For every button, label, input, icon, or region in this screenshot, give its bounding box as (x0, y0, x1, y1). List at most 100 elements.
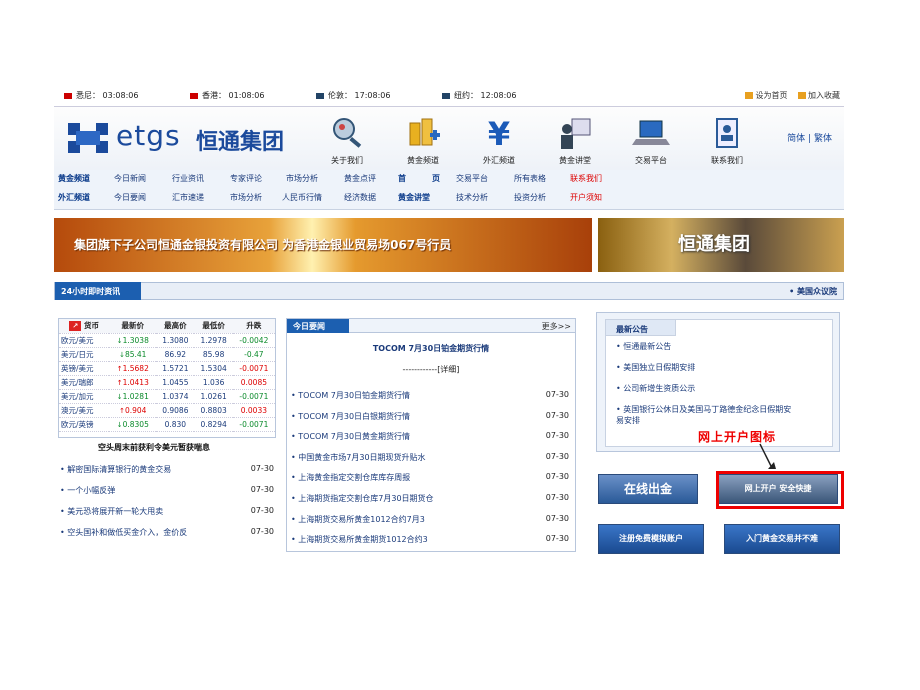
notice-item[interactable]: • 恒通最新公告 (616, 342, 830, 363)
list-item[interactable]: • 美元恐将展开新一轮大甩卖 07-30 (58, 502, 276, 523)
site-header: etgs 恒通集团 关于我们 黄金频道 ¥ 外汇频道 黄金讲堂 交易平台 联系我… (54, 106, 844, 170)
menu-item[interactable]: 投资分析 (514, 192, 546, 203)
nav-contact[interactable]: 联系我们 (692, 115, 762, 166)
ticker-headline[interactable]: • 美国众议院 (789, 286, 837, 297)
nav-forex[interactable]: ¥ 外汇频道 (464, 115, 534, 166)
weekly-headline[interactable]: 空头周末前获利令美元暂获喘息 (98, 442, 210, 453)
menu-item[interactable]: 市场分析 (286, 173, 318, 184)
brand-banner[interactable]: 恒通集团 (598, 218, 844, 272)
list-item[interactable]: • 上海期货交易所黄金1012合约7月3 07-30 (287, 511, 575, 532)
today-news-tab[interactable]: 今日要闻 (287, 319, 349, 333)
language-switch: 简体 | 繁体 (787, 134, 832, 144)
menu-item[interactable]: 交易平台 (456, 173, 488, 184)
list-item[interactable]: • TOCOM 7月30日白银期货行情 07-30 (287, 408, 575, 429)
menu-item[interactable]: 黄金点评 (344, 173, 376, 184)
chart-icon: ↗ (69, 321, 82, 332)
notice-item[interactable]: • 美国独立日假期安排 (616, 363, 830, 384)
rate-value: 86.92 (156, 347, 195, 362)
highlight-box (716, 471, 844, 509)
menu-item[interactable]: 开户须知 (570, 192, 602, 203)
rate-value: ↓0.8305 (109, 417, 157, 432)
flag-icon (316, 92, 324, 99)
online-withdraw-button[interactable]: 在线出金 (598, 474, 698, 504)
more-link[interactable]: 更多>> (542, 321, 571, 332)
currency-pair: 美元/瑞郎 (59, 375, 110, 390)
menu-gold-head[interactable]: 黄金频道 (58, 173, 90, 184)
rate-row[interactable]: 美元/加元 ↓1.0281 1.0374 1.0261 -0.0071 (59, 389, 275, 404)
rate-value: 1.5304 (194, 361, 233, 376)
promo-banner[interactable]: 集团旗下子公司恒通金银投资有限公司 为香港金银业贸易场067号行员 (54, 218, 592, 272)
notice-tab[interactable]: 最新公告 (606, 320, 676, 336)
list-item[interactable]: • 上海期货指定交割仓库7月30日期货仓 07-30 (287, 490, 575, 511)
rate-value: 1.3080 (156, 333, 195, 348)
rate-value: 0.8294 (194, 417, 233, 432)
top-links: 设为首页 加入收藏 (737, 90, 840, 101)
rate-value: 1.036 (194, 375, 233, 390)
menu-item[interactable]: 页 (432, 173, 440, 184)
menu-fx-head[interactable]: 外汇频道 (58, 192, 90, 203)
nav-lecture[interactable]: 黄金讲堂 (540, 115, 610, 166)
menu-item[interactable]: 联系我们 (570, 173, 602, 184)
logo-chinese[interactable]: 恒通集团 (196, 124, 284, 156)
news-tab[interactable]: 24小时即时资讯 (55, 282, 141, 300)
svg-text:¥: ¥ (488, 115, 510, 151)
menu-item[interactable]: 所有表格 (514, 173, 546, 184)
add-favorite-link[interactable]: 加入收藏 (798, 91, 840, 100)
beginner-gold-button[interactable]: 入门黄金交易并不难 (724, 524, 840, 554)
rate-value: -0.0042 (232, 333, 275, 348)
lang-simplified[interactable]: 简体 (787, 134, 805, 144)
list-item[interactable]: • TOCOM 7月30日铂金期货行情 07-30 (287, 387, 575, 408)
rate-value: -0.0071 (232, 361, 275, 376)
rate-row[interactable]: 欧元/美元 ↓1.3038 1.3080 1.2978 -0.0042 (59, 333, 275, 348)
rate-row[interactable]: 美元/瑞郎 ↑1.0413 1.0455 1.036 0.0085 (59, 375, 275, 390)
list-item[interactable]: • 解密国际清算银行的黄金交易 07-30 (58, 460, 276, 481)
left-news-list: • 解密国际清算银行的黄金交易 07-30 • 一个小幅反弹 07-30 • 美元恐… (58, 460, 276, 544)
notice-item[interactable]: • 英国银行公休日及美国马丁路德金纪念日假期安 (616, 405, 830, 416)
nav-about[interactable]: 关于我们 (312, 115, 382, 166)
rate-value: -0.0071 (232, 389, 275, 404)
list-item[interactable]: • 空头国补和做低买金介入，金价反 07-30 (58, 523, 276, 544)
logo-wordmark[interactable]: etgs (116, 119, 181, 152)
rate-value: ↑1.5682 (109, 361, 157, 376)
rate-row[interactable]: 澳元/美元 ↑0.904 0.9086 0.8803 0.0033 (59, 403, 275, 418)
menu-item[interactable]: 市场分析 (230, 192, 262, 203)
list-item[interactable]: • 一个小幅反弹 07-30 (58, 481, 276, 502)
menu-item[interactable]: 黄金讲堂 (398, 192, 430, 203)
main-menu: 黄金频道 今日新闻 行业资讯 专家评论 市场分析 黄金点评 首 页 交易平台 所… (54, 170, 844, 210)
etgs-logo-icon[interactable] (66, 121, 110, 155)
flag-icon (64, 92, 72, 99)
rate-value: 85.98 (194, 347, 233, 362)
annotation-label: 网上开户图标 (698, 430, 777, 444)
rate-value: ↓1.0281 (109, 389, 157, 404)
menu-item[interactable]: 今日新闻 (114, 173, 146, 184)
menu-item[interactable]: 首 (398, 173, 406, 184)
menu-item[interactable]: 技术分析 (456, 192, 488, 203)
home-icon (745, 92, 754, 99)
list-item[interactable]: • 中国黄金市场7月30日期现货升贴水 07-30 (287, 449, 575, 470)
featured-headline[interactable]: TOCOM 7月30日铂金期货行情 (287, 343, 575, 354)
menu-item[interactable]: 专家评论 (230, 173, 262, 184)
rate-value: 0.8803 (194, 403, 233, 418)
currency-pair: 澳元/美元 (59, 403, 110, 418)
list-item[interactable]: • 上海期货交易所黄金期货1012合约3 07-30 (287, 531, 575, 552)
menu-item[interactable]: 行业资讯 (172, 173, 204, 184)
menu-item[interactable]: 人民币行情 (282, 192, 322, 203)
rate-value: ↑0.904 (109, 403, 157, 418)
nav-platform[interactable]: 交易平台 (616, 115, 686, 166)
register-demo-button[interactable]: 注册免费模拟账户 (598, 524, 704, 554)
lang-traditional[interactable]: 繁体 (814, 134, 832, 144)
gold-coins-icon (409, 118, 440, 146)
rate-row[interactable]: 英镑/美元 ↑1.5682 1.5721 1.5304 -0.0071 (59, 361, 275, 376)
nav-gold[interactable]: 黄金频道 (388, 115, 458, 166)
list-item[interactable]: • 上海黄金指定交割仓库库存周报 07-30 (287, 469, 575, 490)
notice-item[interactable]: • 公司新增生资质公示 (616, 384, 830, 405)
set-homepage-link[interactable]: 设为首页 (745, 91, 787, 100)
menu-item[interactable]: 汇市速递 (172, 192, 204, 203)
rate-value: 1.0374 (156, 389, 195, 404)
detail-link[interactable]: ------------[详细] (287, 364, 575, 375)
list-item[interactable]: • TOCOM 7月30日黄金期货行情 07-30 (287, 428, 575, 449)
rate-row[interactable]: 美元/日元 ↓85.41 86.92 85.98 -0.47 (59, 347, 275, 362)
menu-item[interactable]: 经济数据 (344, 192, 376, 203)
menu-item[interactable]: 今日要闻 (114, 192, 146, 203)
rate-row[interactable]: 欧元/英镑 ↓0.8305 0.830 0.8294 -0.0071 (59, 417, 275, 432)
